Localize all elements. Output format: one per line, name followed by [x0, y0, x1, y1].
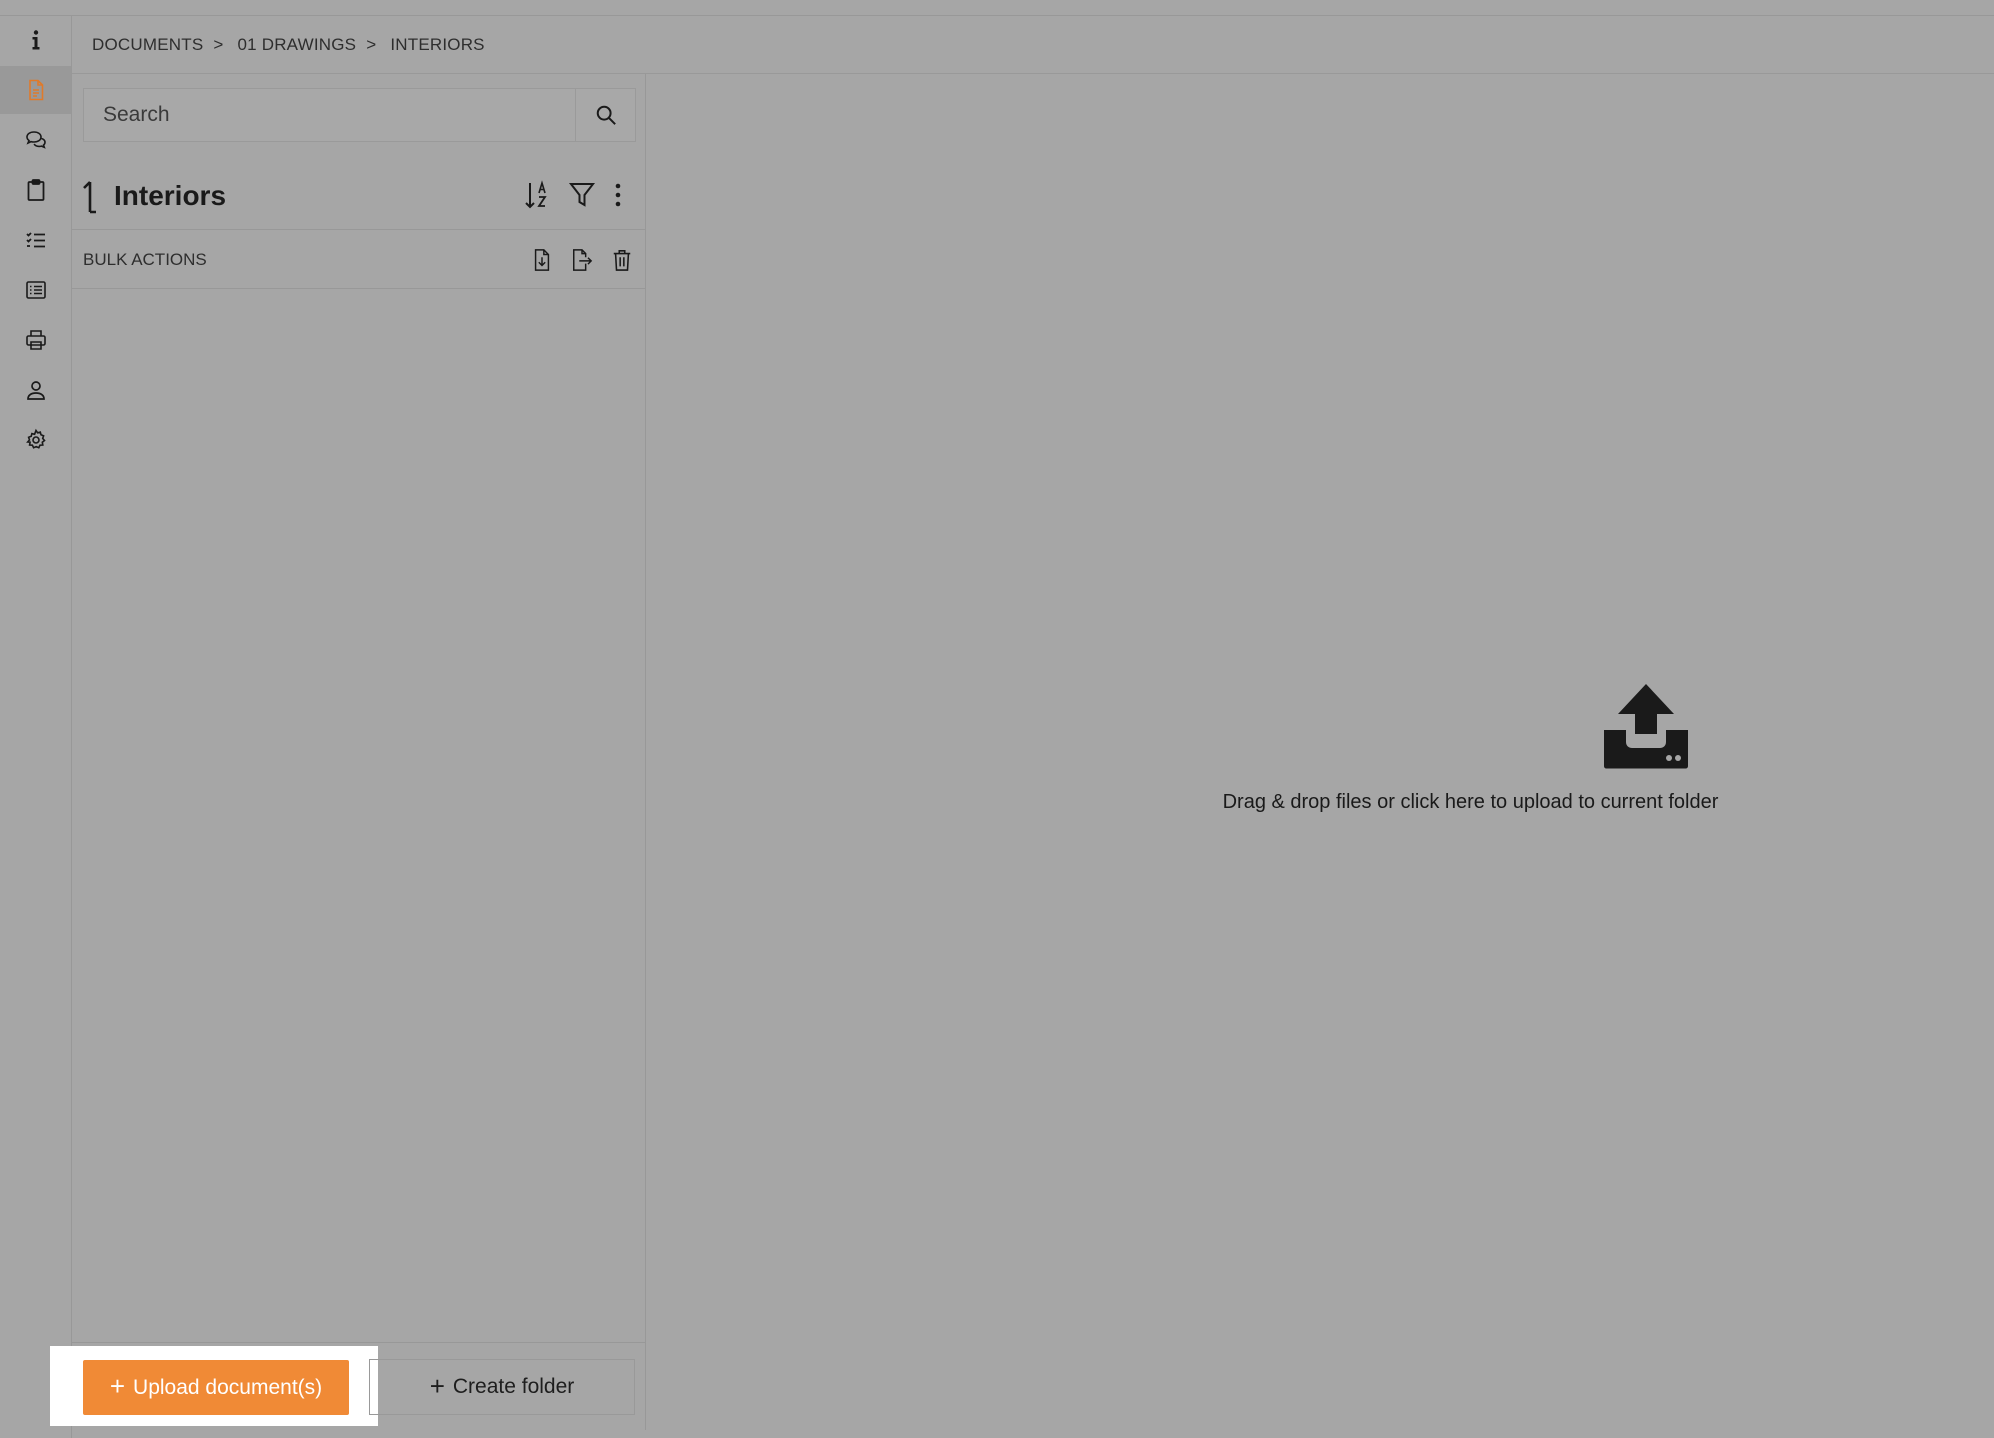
filter-icon: [568, 183, 596, 207]
clipboard-icon: [27, 179, 44, 201]
create-folder-label: Create folder: [452, 1375, 575, 1398]
file-download-icon: [534, 249, 550, 271]
breadcrumb-separator: >: [213, 34, 224, 54]
rail-item-clipboard[interactable]: [0, 166, 71, 214]
breadcrumb: DOCUMENTS > 01 DRAWINGS > INTERIORS: [72, 16, 1994, 74]
rail-item-list[interactable]: [0, 266, 71, 314]
document-icon: [28, 79, 43, 101]
search-icon: [596, 105, 616, 125]
icon-sidebar: [0, 16, 72, 1438]
rail-item-checklist[interactable]: [0, 216, 71, 264]
file-browser-panel: Interiors BULK ACTIONS: [72, 74, 646, 1430]
chat-icon: [25, 131, 46, 149]
kebab-menu-icon: [615, 183, 621, 207]
search-button[interactable]: [575, 89, 635, 141]
dropzone-text: Drag & drop files or click here to uploa…: [647, 791, 1994, 814]
dropzone-instructions: Drag & drop files or click here to uploa…: [1222, 791, 1719, 813]
bulk-actions-bar: BULK ACTIONS: [72, 231, 645, 289]
rail-item-user[interactable]: [0, 366, 71, 414]
plus-icon: +: [109, 1371, 126, 1401]
breadcrumb-item-drawings[interactable]: 01 DRAWINGS: [238, 35, 357, 55]
more-options-button[interactable]: [602, 178, 634, 212]
gear-icon: [25, 428, 46, 449]
printer-icon: [25, 330, 46, 350]
search-box: [83, 88, 636, 142]
search-input[interactable]: [84, 89, 575, 141]
plus-icon: +: [429, 1370, 445, 1401]
breadcrumb-item-interiors: INTERIORS: [390, 34, 485, 54]
file-export-icon: [573, 249, 593, 271]
rail-item-print[interactable]: [0, 316, 71, 364]
info-icon: [32, 30, 39, 50]
upload-documents-label: Upload document(s): [133, 1375, 323, 1399]
folder-header: Interiors: [72, 164, 645, 230]
bulk-delete-button[interactable]: [608, 245, 636, 275]
create-folder-button[interactable]: + Create folder: [369, 1359, 635, 1415]
top-border: [0, 0, 1994, 16]
filter-button[interactable]: [566, 178, 598, 212]
rail-item-chat[interactable]: [0, 116, 71, 164]
bulk-actions-label: BULK ACTIONS: [83, 250, 207, 269]
sort-az-icon: [525, 180, 547, 209]
list-icon: [25, 281, 46, 299]
rail-item-info[interactable]: [0, 16, 71, 64]
user-icon: [26, 381, 45, 400]
rail-item-settings[interactable]: [0, 416, 71, 464]
upload-dropzone[interactable]: Drag & drop files or click here to uploa…: [647, 74, 1994, 1430]
breadcrumb-separator: >: [366, 34, 377, 54]
bulk-download-button[interactable]: [528, 245, 556, 275]
bulk-move-button[interactable]: [568, 245, 596, 275]
folder-title: Interiors: [114, 180, 227, 211]
upload-documents-button[interactable]: + Upload document(s): [83, 1360, 349, 1415]
rail-item-documents[interactable]: [0, 66, 71, 114]
upload-icon: [1604, 684, 1688, 769]
checklist-icon: [25, 232, 45, 248]
folder-up-icon[interactable]: [82, 178, 106, 214]
sort-button[interactable]: [522, 178, 554, 212]
trash-icon: [613, 250, 631, 271]
breadcrumb-item-documents[interactable]: DOCUMENTS: [92, 35, 203, 55]
panel-footer-divider: [72, 1342, 645, 1343]
